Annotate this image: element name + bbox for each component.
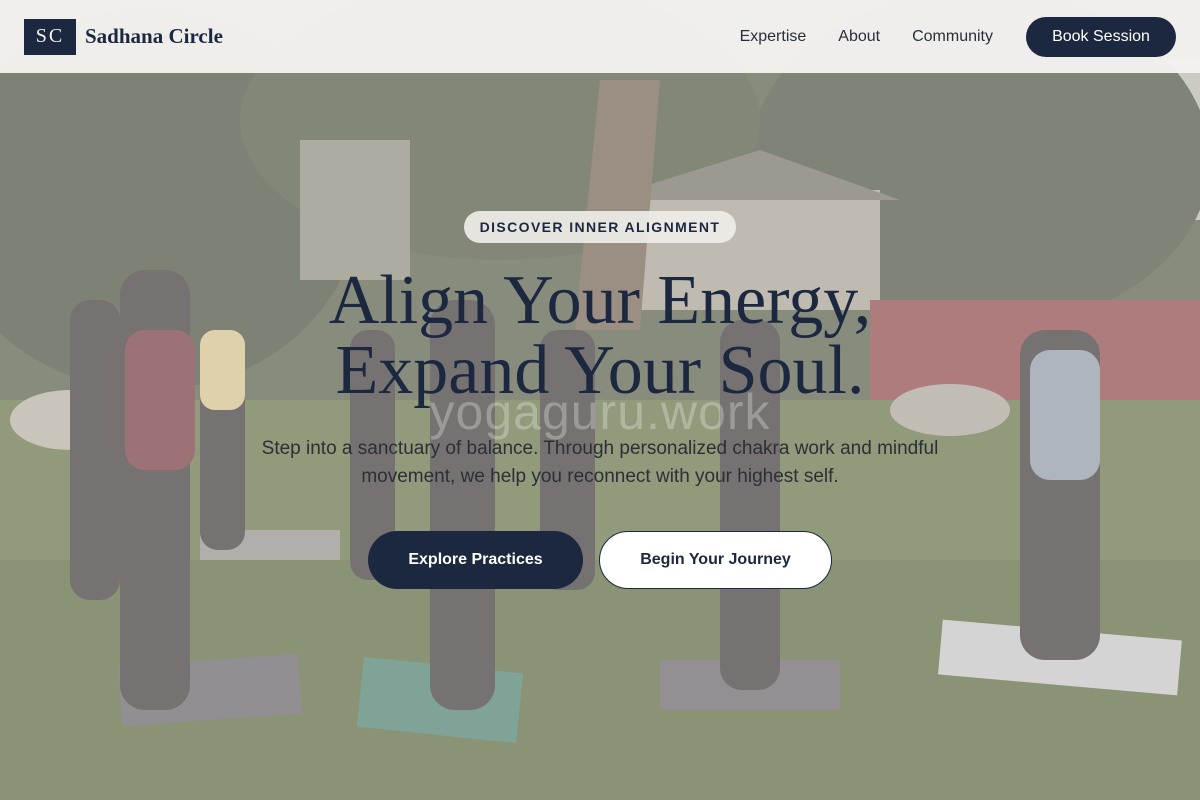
site-header: SC Sadhana Circle Expertise About Commun… — [0, 0, 1200, 73]
headline-line-1: Align Your Energy, — [328, 262, 872, 339]
hero-subtext: Step into a sanctuary of balance. Throug… — [261, 438, 939, 487]
nav-link-expertise[interactable]: Expertise — [740, 28, 807, 46]
book-session-button[interactable]: Book Session — [1026, 16, 1176, 57]
eyebrow-badge: DISCOVER INNER ALIGNMENT — [464, 211, 736, 243]
logo-mark[interactable]: SC — [24, 18, 76, 55]
watermark-text: yogaguru.work — [429, 384, 771, 440]
explore-practices-button[interactable]: Explore Practices — [368, 531, 583, 589]
main-nav: Expertise About Community — [740, 28, 993, 46]
nav-link-about[interactable]: About — [838, 28, 880, 46]
nav-link-community[interactable]: Community — [912, 28, 993, 46]
hero-section: DISCOVER INNER ALIGNMENT Align Your Ener… — [0, 0, 1200, 800]
begin-journey-button[interactable]: Begin Your Journey — [599, 531, 832, 589]
brand-name[interactable]: Sadhana Circle — [85, 24, 223, 49]
